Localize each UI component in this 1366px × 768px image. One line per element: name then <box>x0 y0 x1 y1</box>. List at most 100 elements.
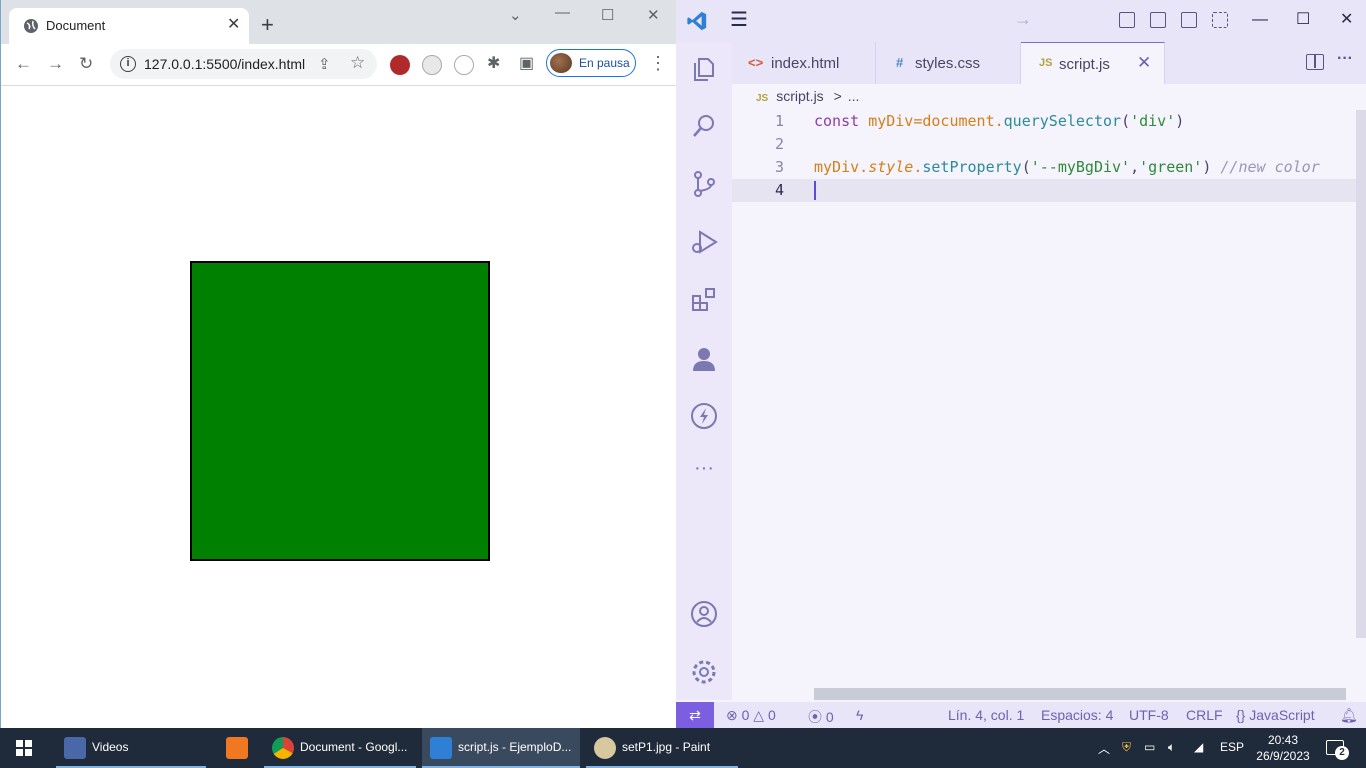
avatar <box>550 53 572 73</box>
toggle-secondary-sidebar-icon[interactable] <box>1181 12 1197 28</box>
taskbar-app-paint[interactable]: setP1.jpg - Paint <box>586 728 738 768</box>
taskbar-app-label: script.js - EjemploD... <box>458 740 572 754</box>
hamburger-menu-icon[interactable]: ☰ <box>730 10 748 30</box>
settings-gear-icon[interactable] <box>690 658 718 686</box>
tab-label: script.js <box>1059 56 1110 73</box>
notifications-bell-icon[interactable]: 🔔︎ <box>1340 707 1358 724</box>
tab-styles-css[interactable]: # styles.css <box>876 42 1021 84</box>
paint-palette-icon <box>594 737 616 759</box>
run-debug-icon[interactable] <box>690 228 718 256</box>
code-editor[interactable]: 1 const myDiv=document.querySelector('di… <box>732 110 1366 700</box>
extensions-icon[interactable] <box>690 286 718 314</box>
extension-gray-icon[interactable] <box>422 55 442 75</box>
remote-indicator-icon[interactable]: ⇄ <box>676 702 714 728</box>
profile-button[interactable]: En pausa <box>546 49 636 77</box>
address-bar[interactable]: i 127.0.0.1:5500/index.html ⇪ ☆ <box>110 49 377 79</box>
minimize-icon[interactable]: — <box>555 4 570 21</box>
back-icon[interactable]: ← <box>15 54 32 74</box>
taskbar-app-label: setP1.jpg - Paint <box>622 740 711 754</box>
line-number: 4 <box>774 181 784 199</box>
tab-index-html[interactable]: <> index.html <box>732 42 876 84</box>
maximize-icon[interactable]: ☐ <box>1296 10 1310 30</box>
windows-taskbar: Videos Document - Googl... script.js - E… <box>0 728 1366 768</box>
taskbar-app-label: Videos <box>92 740 129 754</box>
maximize-icon[interactable]: ☐ <box>601 6 614 24</box>
vscode-window: ☰ → — ☐ ✕ ··· <> index.html # styles.css… <box>676 0 1366 728</box>
accounts-icon[interactable] <box>690 600 718 628</box>
security-shield-icon[interactable]: ⛨ <box>1122 740 1131 755</box>
taskbar-app-videos[interactable]: Videos <box>56 728 206 768</box>
close-window-icon[interactable]: ✕ <box>647 6 660 24</box>
taskbar-app-vscode[interactable]: script.js - EjemploD... <box>422 728 580 768</box>
notification-count: 2 <box>1335 746 1349 760</box>
source-control-icon[interactable] <box>690 170 718 198</box>
code-line-2[interactable]: 2 <box>732 133 1356 156</box>
network-icon[interactable]: ▭ <box>1144 740 1155 754</box>
tab-close-icon[interactable]: ✕ <box>1137 53 1151 73</box>
reload-icon[interactable]: ↻ <box>79 54 93 74</box>
text-cursor <box>814 181 816 200</box>
taskbar-app-xampp[interactable] <box>218 728 258 768</box>
encoding[interactable]: UTF-8 <box>1129 707 1169 723</box>
start-button[interactable] <box>0 728 48 768</box>
line-number: 3 <box>774 158 784 176</box>
chrome-menu-icon[interactable]: ⋮ <box>649 54 667 72</box>
explorer-icon[interactable] <box>690 54 718 82</box>
code-line-4[interactable]: 4 <box>732 179 1356 202</box>
language-mode[interactable]: {} JavaScript <box>1236 707 1315 723</box>
ports-indicator[interactable]: ⦿ 0 <box>808 707 834 727</box>
site-info-icon[interactable]: i <box>120 56 136 72</box>
wifi-icon[interactable]: ◢ <box>1194 740 1203 754</box>
problems-indicator[interactable]: ⊗ 0 △ 0 <box>726 707 776 724</box>
extension-circle-icon[interactable] <box>454 55 474 75</box>
more-actions-icon[interactable]: ··· <box>1337 50 1353 68</box>
taskbar-app-chrome[interactable]: Document - Googl... <box>264 728 416 768</box>
url-text[interactable]: 127.0.0.1:5500/index.html <box>144 56 305 72</box>
input-language[interactable]: ESP <box>1220 740 1244 754</box>
indentation[interactable]: Espacios: 4 <box>1041 707 1113 723</box>
show-hidden-icons-icon[interactable]: ︿ <box>1098 740 1110 757</box>
extension-red-icon[interactable] <box>390 55 410 75</box>
forward-nav-icon[interactable]: → <box>1014 9 1032 30</box>
browser-tab[interactable]: Document ✕ <box>9 8 249 44</box>
extensions-puzzle-icon[interactable]: ✱ <box>487 54 500 74</box>
lightning-extension-icon[interactable] <box>690 402 718 430</box>
tab-search-icon[interactable]: ⌄ <box>509 6 522 24</box>
close-window-icon[interactable]: ✕ <box>1340 10 1353 30</box>
action-center-icon[interactable]: 2 <box>1326 740 1349 760</box>
forward-icon[interactable]: → <box>47 54 64 74</box>
split-editor-icon[interactable] <box>1306 54 1324 70</box>
share-icon[interactable]: ⇪ <box>318 55 331 73</box>
line-number: 2 <box>774 135 784 153</box>
code-line-1[interactable]: 1 const myDiv=document.querySelector('di… <box>732 110 1356 133</box>
js-file-icon: JS <box>756 93 769 104</box>
cursor-position[interactable]: Lín. 4, col. 1 <box>948 707 1024 723</box>
breadcrumb-file[interactable]: script.js <box>776 88 823 104</box>
horizontal-scrollbar[interactable] <box>814 688 1346 700</box>
bookmark-star-icon[interactable]: ☆ <box>350 53 365 73</box>
toggle-sidebar-icon[interactable] <box>1119 12 1135 28</box>
minimize-icon[interactable]: — <box>1252 10 1268 30</box>
line-ending[interactable]: CRLF <box>1186 707 1223 723</box>
tab-script-js[interactable]: JS script.js ✕ <box>1021 42 1165 84</box>
breadcrumb-symbols[interactable]: ... <box>848 88 860 104</box>
code-text: const myDiv=document.querySelector('div'… <box>814 112 1185 130</box>
clock[interactable]: 20:43 26/9/2023 <box>1254 732 1312 764</box>
account-avatar-icon[interactable] <box>690 344 718 372</box>
customize-layout-icon[interactable] <box>1212 12 1228 28</box>
more-views-icon[interactable]: ··· <box>690 458 718 486</box>
code-line-3[interactable]: 3 myDiv.style.setProperty('--myBgDiv','g… <box>732 156 1356 179</box>
chrome-window: Document ✕ + ⌄ — ☐ ✕ ← → ↻ i 127.0.0.1:5… <box>0 0 677 736</box>
search-icon[interactable] <box>690 112 718 140</box>
vertical-scrollbar[interactable] <box>1356 110 1366 638</box>
live-share-icon[interactable]: ϟ <box>856 707 863 723</box>
editor-tabs: <> index.html # styles.css JS script.js … <box>732 42 1366 84</box>
tab-label: index.html <box>771 55 840 72</box>
chrome-icon <box>272 737 294 759</box>
new-tab-button[interactable]: + <box>261 14 274 36</box>
volume-icon[interactable]: 🔈︎ <box>1168 740 1175 755</box>
toggle-panel-icon[interactable] <box>1150 12 1166 28</box>
warning-count: 0 <box>767 707 776 723</box>
side-panel-icon[interactable]: ▣ <box>519 54 534 74</box>
tab-close-icon[interactable]: ✕ <box>227 17 240 33</box>
